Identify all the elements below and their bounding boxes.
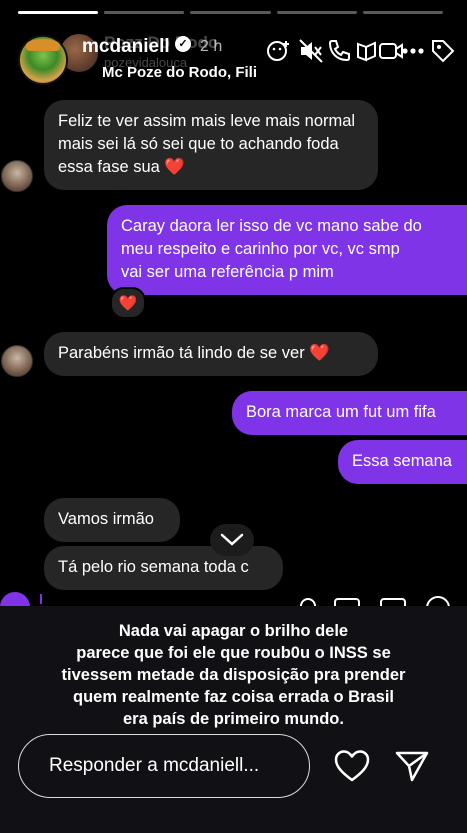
verified-badge-icon: ✓ (175, 36, 191, 52)
camera-icon (0, 592, 30, 606)
gallery-icon (334, 598, 360, 606)
message-outgoing: Caray daora ler isso de vc mano sabe do … (107, 205, 467, 295)
message-incoming: Vamos irmão (44, 498, 180, 542)
more-icon[interactable] (400, 38, 426, 64)
story-progress-segment (18, 11, 99, 14)
sender-avatar (1, 345, 33, 377)
story-avatar[interactable] (18, 35, 68, 85)
caption-line: Nada vai apagar o brilho dele (118, 622, 349, 640)
story-caption: Nada vai apagar o brilho dele parece que… (0, 620, 467, 730)
message-incoming: Feliz te ver assim mais leve mais normal… (44, 100, 378, 190)
message-outgoing: Essa semana (338, 440, 467, 484)
heart-reaction: ❤️ (110, 287, 146, 319)
text-cursor (40, 594, 42, 604)
story-caption-area: Nada vai apagar o brilho dele parece que… (0, 606, 467, 833)
sticker-icon (380, 598, 406, 606)
chevron-down-icon (220, 533, 244, 546)
send-icon[interactable] (393, 748, 431, 784)
story-progress-segment (190, 11, 271, 14)
reply-input[interactable]: Responder a mcdaniell... (18, 734, 310, 798)
story-username[interactable]: mcdaniell (82, 36, 170, 58)
call-icon[interactable] (326, 38, 352, 64)
caption-line: era país de primeiro mundo. (123, 710, 344, 728)
mic-icon (300, 598, 316, 606)
scroll-down-button[interactable] (210, 524, 254, 556)
heart-icon[interactable] (333, 748, 371, 784)
message-outgoing: Bora marca um fut um fifa (232, 391, 467, 435)
story-header: Pozz Do Rodo pozevidalouca mcdaniell ✓ 2… (0, 30, 467, 85)
sender-avatar (1, 160, 33, 192)
story-progress-segment (276, 11, 357, 14)
plus-icon (426, 596, 450, 606)
story-extra-icon[interactable] (354, 38, 380, 64)
caption-line: tivessem metade da disposição pra prende… (61, 666, 406, 684)
story-progress-segment (362, 11, 444, 14)
mute-icon[interactable] (298, 38, 324, 64)
caption-line: quem realmente faz coisa errada o Brasil (73, 688, 394, 706)
dm-thread: Feliz te ver assim mais leve mais normal… (0, 84, 467, 594)
story-progress (18, 11, 444, 14)
dm-composer-strip (0, 592, 467, 606)
caption-line: parece que foi ele que roub0u o INSS se (76, 644, 391, 662)
tag-icon[interactable] (430, 38, 456, 64)
story-music[interactable]: Mc Poze do Rodo, Fili (102, 64, 257, 81)
message-incoming: Parabéns irmão tá lindo de se ver ❤️ (44, 332, 378, 376)
story-time: 2 h (200, 38, 223, 55)
effects-icon[interactable] (266, 38, 292, 64)
story-progress-segment (104, 11, 185, 14)
